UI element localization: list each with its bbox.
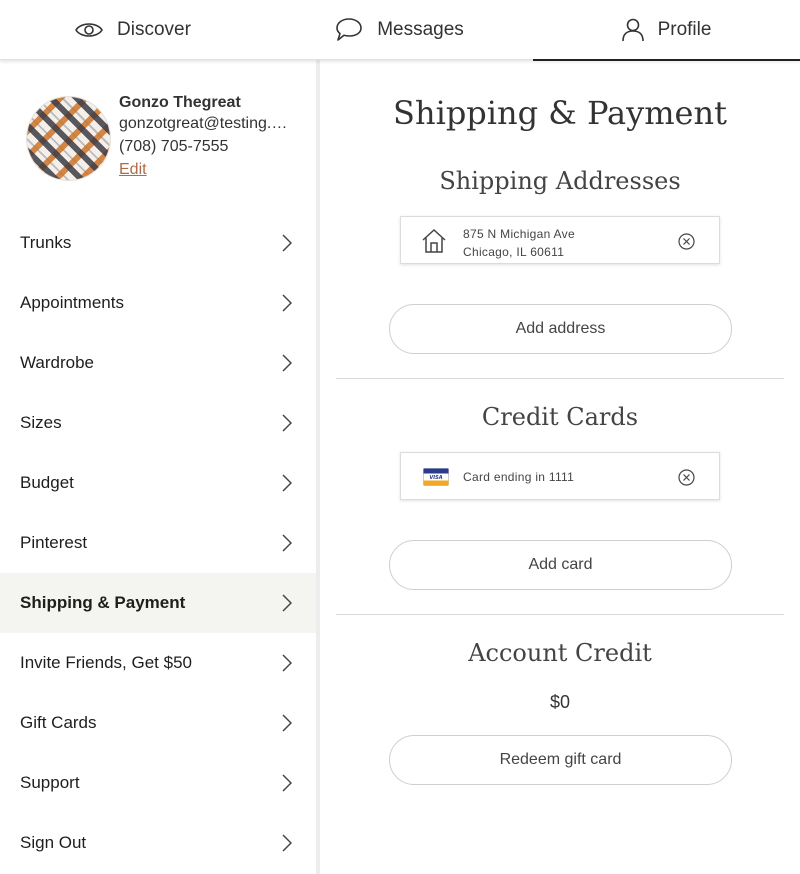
shipping-payment-panel: Shipping & Payment Shipping Addresses 87…	[320, 60, 800, 874]
sidebar-item-gift-cards[interactable]: Gift Cards	[0, 693, 316, 753]
profile-menu: Trunks Appointments Wardrobe Sizes Budge…	[0, 213, 316, 873]
sidebar-item-shipping-payment[interactable]: Shipping & Payment	[0, 573, 316, 633]
chevron-right-icon	[282, 474, 292, 492]
visa-brand-text: VISA	[429, 475, 442, 481]
chevron-right-icon	[282, 594, 292, 612]
house-icon	[421, 217, 447, 265]
account-credit-heading: Account Credit	[468, 639, 652, 667]
chevron-right-icon	[282, 774, 292, 792]
sidebar-item-budget[interactable]: Budget	[0, 453, 316, 513]
sidebar-item-wardrobe[interactable]: Wardrobe	[0, 333, 316, 393]
card-label: Card ending in 1111	[463, 470, 575, 484]
person-icon	[621, 18, 644, 42]
sidebar-item-label: Pinterest	[20, 533, 88, 552]
visa-card-icon: VISA	[423, 453, 449, 501]
section-divider	[336, 614, 784, 615]
sidebar-item-label: Wardrobe	[20, 353, 95, 372]
profile-email: gonzotgreat@testing.com	[119, 115, 294, 132]
top-tab-bar: Discover Messages Profile	[0, 0, 800, 61]
tab-discover[interactable]: Discover	[0, 0, 266, 60]
tab-discover-label: Discover	[117, 19, 191, 40]
sidebar-item-support[interactable]: Support	[0, 753, 316, 813]
chevron-right-icon	[282, 234, 292, 252]
sidebar-item-label: Budget	[20, 473, 74, 492]
redeem-gift-card-button[interactable]: Redeem gift card	[389, 735, 732, 785]
tab-messages[interactable]: Messages	[266, 0, 533, 60]
sidebar-item-sizes[interactable]: Sizes	[0, 393, 316, 453]
address-line1: 875 N Michigan Ave	[463, 227, 575, 241]
sidebar-item-pinterest[interactable]: Pinterest	[0, 513, 316, 573]
page-title: Shipping & Payment	[393, 94, 727, 132]
sidebar-item-label: Trunks	[20, 233, 72, 252]
tab-profile[interactable]: Profile	[533, 0, 800, 61]
sidebar-item-invite-friends[interactable]: Invite Friends, Get $50	[0, 633, 316, 693]
speech-bubble-icon	[335, 17, 363, 43]
sidebar-item-label: Appointments	[20, 293, 124, 312]
chevron-right-icon	[282, 714, 292, 732]
address-card: 875 N Michigan Ave Chicago, IL 60611	[400, 216, 720, 264]
sidebar-item-trunks[interactable]: Trunks	[0, 213, 316, 273]
close-circle-icon	[678, 232, 695, 250]
sidebar-item-label: Gift Cards	[20, 713, 97, 732]
credit-cards-heading: Credit Cards	[481, 403, 639, 431]
profile-card: Gonzo Thegreat gonzotgreat@testing.com (…	[0, 60, 316, 210]
eye-icon	[75, 21, 103, 39]
add-card-button[interactable]: Add card	[389, 540, 732, 590]
address-line2: Chicago, IL 60611	[463, 245, 565, 259]
chevron-right-icon	[282, 354, 292, 372]
add-address-button[interactable]: Add address	[389, 304, 732, 354]
account-credit-amount: $0	[549, 692, 571, 712]
remove-address-button[interactable]	[678, 217, 695, 265]
profile-sidebar: Gonzo Thegreat gonzotgreat@testing.com (…	[0, 60, 316, 874]
sidebar-item-appointments[interactable]: Appointments	[0, 273, 316, 333]
sidebar-item-label: Sign Out	[20, 833, 87, 852]
section-divider	[336, 378, 784, 379]
sidebar-item-label: Support	[20, 773, 80, 792]
close-circle-icon	[678, 468, 695, 486]
chevron-right-icon	[282, 534, 292, 552]
sidebar-item-label: Invite Friends, Get $50	[20, 653, 192, 672]
chevron-right-icon	[282, 294, 292, 312]
chevron-right-icon	[282, 414, 292, 432]
chevron-right-icon	[282, 654, 292, 672]
chevron-right-icon	[282, 834, 292, 852]
avatar	[26, 96, 111, 181]
credit-card-item: VISA Card ending in 1111	[400, 452, 720, 500]
tab-profile-label: Profile	[657, 19, 712, 40]
edit-profile-link[interactable]: Edit	[119, 161, 147, 179]
address-text: 875 N Michigan Ave Chicago, IL 60611	[463, 225, 575, 261]
remove-card-button[interactable]	[678, 453, 695, 501]
shipping-addresses-heading: Shipping Addresses	[439, 167, 681, 195]
tab-messages-label: Messages	[377, 19, 464, 40]
sidebar-item-sign-out[interactable]: Sign Out	[0, 813, 316, 873]
sidebar-item-label: Sizes	[20, 413, 62, 432]
profile-name: Gonzo Thegreat	[119, 94, 241, 111]
sidebar-item-label: Shipping & Payment	[20, 593, 186, 612]
profile-phone: (708) 705-7555	[119, 138, 229, 155]
